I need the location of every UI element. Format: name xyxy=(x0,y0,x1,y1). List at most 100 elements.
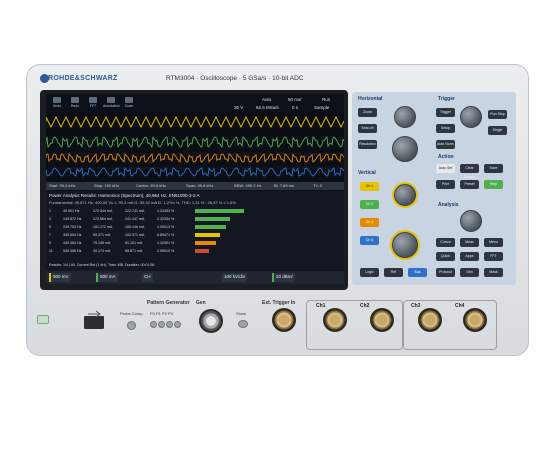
gen-key[interactable]: Gen xyxy=(460,268,479,277)
print-key[interactable]: Print xyxy=(436,180,455,189)
run-stop-key[interactable]: Run Stop xyxy=(488,110,507,119)
power-analysis-footer: Results: 1/4 | All, Current Ref (1 kH), … xyxy=(49,263,155,267)
navigation-knob[interactable] xyxy=(460,210,482,232)
fft-key[interactable]: FFT xyxy=(484,252,503,261)
cursor-key[interactable]: Cursor xyxy=(436,238,455,247)
clear-screen-key[interactable]: Clear Screen xyxy=(460,164,479,179)
ch1-scale[interactable]: 500 mV xyxy=(49,273,71,282)
probe-comp-terminal[interactable] xyxy=(127,321,136,330)
ch2-label: Ch2 xyxy=(360,303,370,309)
ch3-key[interactable]: Ch 3 xyxy=(360,218,379,227)
power-button[interactable] xyxy=(37,315,49,324)
bus-key[interactable]: Bus xyxy=(408,268,427,277)
spec-center: Center: 99.8 kHz xyxy=(136,183,167,188)
waveform-graph xyxy=(46,115,344,177)
harmonic-level-bar xyxy=(195,217,230,221)
ext-trigger-bnc[interactable] xyxy=(272,308,296,332)
auto-norm-key[interactable]: Auto Norm xyxy=(436,140,455,149)
ch-selector[interactable]: CH xyxy=(142,273,153,282)
table-cell: 7 xyxy=(49,233,51,237)
table-row: 7 349.604 Hz 99.371 mA 102.971 mA 6.89471 % xyxy=(49,233,339,238)
save-key[interactable]: Save xyxy=(484,164,503,173)
table-cell: 222.741 mA xyxy=(125,209,145,213)
zoom-button[interactable]: Zoom xyxy=(121,97,137,110)
fft-label: FFT xyxy=(89,104,97,108)
fft-scale[interactable]: 20 dBm/ xyxy=(272,273,295,282)
power-analysis-fundamental: Fundamental: 49,871 Hz, 400,00 Vs 1, 90,… xyxy=(49,200,236,205)
search-key[interactable]: Sear-ch xyxy=(358,124,377,133)
math-scale[interactable]: 100 kV/div xyxy=(222,273,248,282)
analysis-menu-key[interactable]: Menu xyxy=(484,238,503,247)
table-cell: 99.371 mA xyxy=(93,233,111,237)
logic-key[interactable]: Logic xyxy=(360,268,379,277)
single-key[interactable]: Single xyxy=(488,126,507,135)
fft-button[interactable]: FFT xyxy=(85,97,101,110)
time-position: 0 s xyxy=(292,105,299,110)
table-cell: 68.871 mA xyxy=(125,249,143,253)
ch4-bnc-connector[interactable] xyxy=(463,308,487,332)
zoom-icon xyxy=(125,97,133,103)
ch3-bnc-connector[interactable] xyxy=(418,308,442,332)
acquisition-status[interactable]: Auto 50 ms/ Run 30 V 62.5 MSa/s 0 s Samp… xyxy=(212,96,342,112)
table-cell: 160.146 mA xyxy=(125,225,145,229)
run-state: Run xyxy=(322,97,331,102)
display-screen: Undo Redo FFT Annotation Zoom Auto 50 ms… xyxy=(46,94,344,284)
power-analysis-panel[interactable]: Power Analysis Results: Harmonics (Spect… xyxy=(46,191,344,271)
ch2-key[interactable]: Ch 2 xyxy=(360,200,379,209)
pattern-p2-pin[interactable] xyxy=(166,321,173,328)
resolution-key[interactable]: Resolution xyxy=(358,140,377,149)
ch4-label: Ch4 xyxy=(455,303,465,309)
harmonic-level-bar xyxy=(195,209,244,213)
mask-key[interactable]: Mask xyxy=(484,268,503,277)
pattern-p1-pin[interactable] xyxy=(158,321,165,328)
ch1-label: Ch1 xyxy=(316,303,326,309)
undo-button[interactable]: Undo xyxy=(49,97,65,110)
horizontal-scale-knob[interactable] xyxy=(392,136,418,162)
auto-set-key[interactable]: Auto Set xyxy=(436,164,455,173)
ext-trigger-label: Ext. Trigger In xyxy=(262,300,296,306)
vertical-scale-knob[interactable] xyxy=(392,232,418,258)
horizontal-position-knob[interactable] xyxy=(394,106,416,128)
table-cell: 5 xyxy=(49,225,51,229)
ch4-key[interactable]: Ch 4 xyxy=(360,236,379,245)
meas-key[interactable]: Meas xyxy=(460,238,479,247)
ch2-bnc-connector[interactable] xyxy=(370,308,394,332)
zoom-key[interactable]: Zoom xyxy=(358,108,377,117)
analysis-section-label: Analysis xyxy=(438,202,459,208)
quick-key[interactable]: Quick xyxy=(436,252,455,261)
redo-button[interactable]: Redo xyxy=(67,97,83,110)
table-cell: 2.32334 % xyxy=(157,217,175,221)
ref-key[interactable]: Ref xyxy=(384,268,403,277)
zoom-label: Zoom xyxy=(124,104,134,108)
pattern-p3-pin[interactable] xyxy=(174,321,181,328)
protocol-key[interactable]: Protocol xyxy=(436,268,455,277)
gen-bnc-connector[interactable] xyxy=(199,309,223,333)
trigger-mode: Auto xyxy=(262,97,272,102)
trigger-level-knob[interactable] xyxy=(460,106,482,128)
table-cell: 172.544 mA xyxy=(93,209,113,213)
annotation-button[interactable]: Annotation xyxy=(103,97,120,110)
show-button[interactable] xyxy=(238,320,248,328)
waveform-area[interactable] xyxy=(46,112,344,182)
ch2-scale[interactable]: 500 mA xyxy=(96,273,118,282)
apps-key[interactable]: Apps xyxy=(460,252,479,261)
table-row: 3 149.872 Hz 172.564 mA 241.147 mA 2.32334 % xyxy=(49,217,339,222)
vertical-offset-knob[interactable] xyxy=(394,184,416,206)
channel-status-bar[interactable]: 500 mV 500 mA CH 100 kV/div 20 dBm/ xyxy=(46,271,344,284)
ch1-key[interactable]: Ch 1 xyxy=(360,182,379,191)
table-cell: 75.148 mA xyxy=(93,241,111,245)
ch2-waveform xyxy=(46,135,344,149)
ch1-waveform xyxy=(46,115,344,129)
trigger-key[interactable]: Trigger xyxy=(436,108,455,117)
trigger-setup-key[interactable]: Setup xyxy=(436,124,455,133)
spectrum-settings-bar[interactable]: Start: 99.8 kHz Stop: 150 kHz Center: 99… xyxy=(46,182,344,190)
preset-key[interactable]: Preset xyxy=(460,180,479,189)
control-panel: Horizontal Trigger Vertical Action Analy… xyxy=(352,92,516,285)
undo-label: Undo xyxy=(52,104,62,108)
spec-rbw: RBW: 499.2 Hz xyxy=(234,183,262,188)
help-key[interactable]: Help xyxy=(484,180,503,189)
table-cell: 3 xyxy=(49,217,51,221)
pattern-p0-pin[interactable] xyxy=(150,321,157,328)
action-section-label: Action xyxy=(438,154,454,160)
ch1-bnc-connector[interactable] xyxy=(323,308,347,332)
